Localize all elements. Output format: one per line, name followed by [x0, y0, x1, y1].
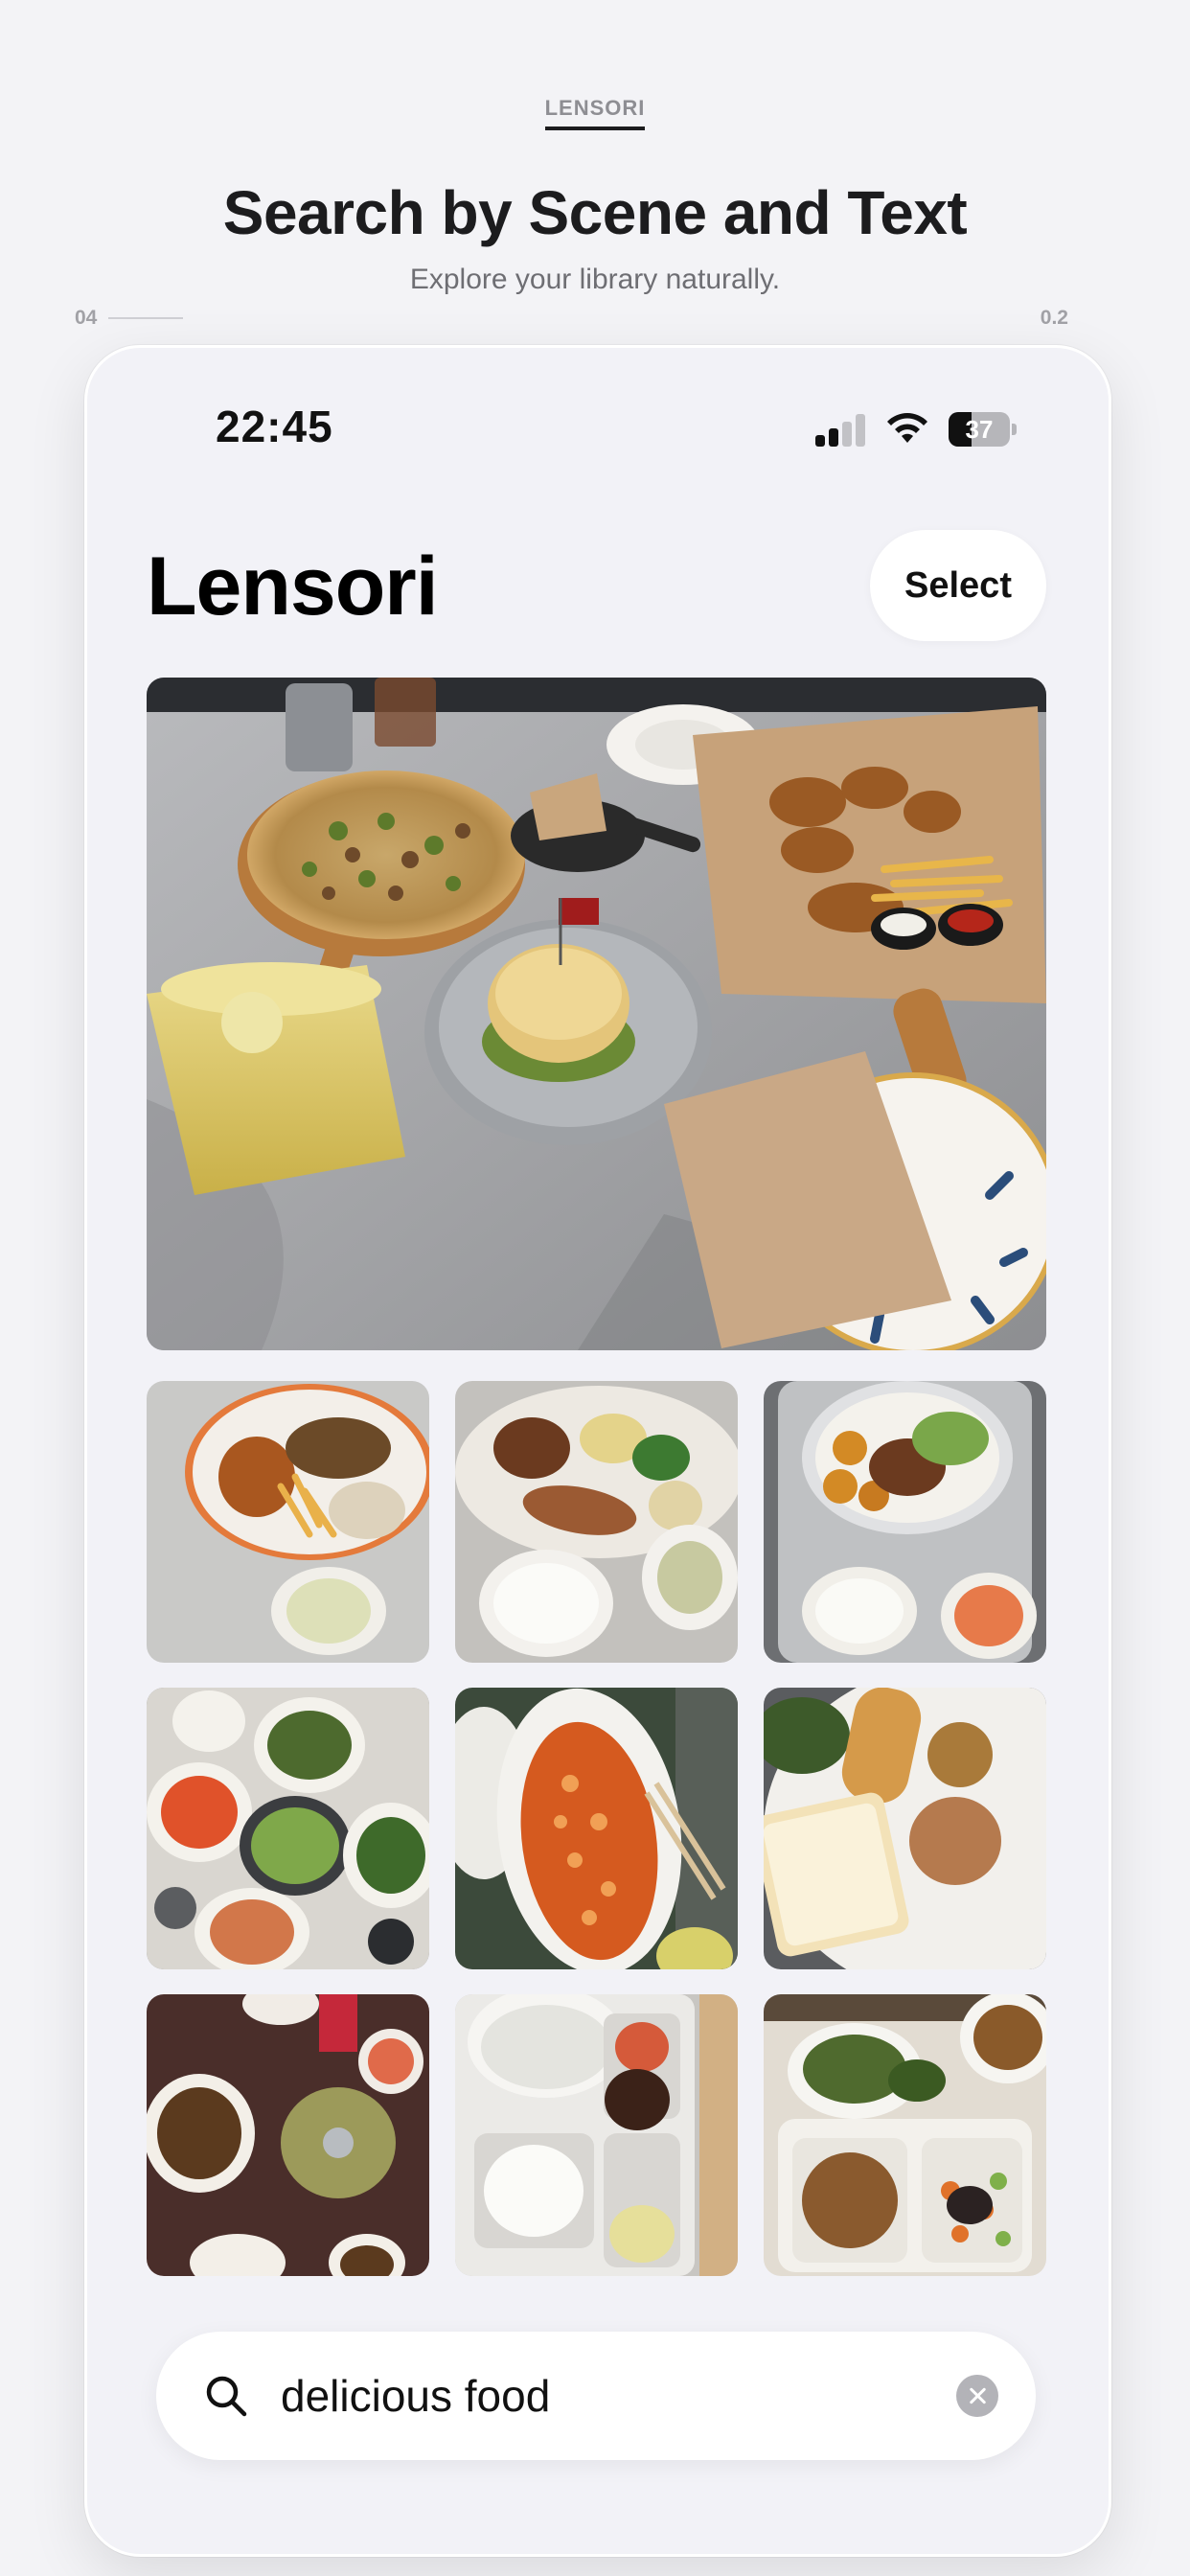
thumbnail-image — [455, 1688, 738, 1969]
thumbnail-image — [147, 1688, 429, 1969]
hero-photo[interactable] — [147, 678, 1046, 1350]
thumbnail-image — [147, 1994, 429, 2276]
signal-bar — [842, 422, 852, 447]
clear-search-icon[interactable] — [956, 2375, 998, 2417]
thumbnail-image — [764, 1994, 1046, 2276]
thumbnail-image — [455, 1381, 738, 1663]
select-button[interactable]: Select — [870, 530, 1046, 641]
search-input[interactable] — [281, 2362, 894, 2429]
battery-cap — [1012, 424, 1017, 435]
photo-thumbnail[interactable] — [455, 1994, 738, 2276]
photo-thumbnail[interactable] — [455, 1381, 738, 1663]
hero-photo-image — [147, 678, 1046, 1350]
corner-label-left-text: 04 — [75, 307, 98, 329]
photo-thumbnail[interactable] — [147, 1994, 429, 2276]
corner-label-right: 0.2 — [1040, 307, 1068, 329]
brand-tag-text: LENSORI — [544, 96, 646, 130]
photo-thumbnail[interactable] — [764, 1688, 1046, 1969]
signal-bar — [815, 435, 825, 447]
thumbnail-image — [455, 1994, 738, 2276]
search-bar[interactable] — [156, 2332, 1036, 2460]
photo-thumbnail[interactable] — [764, 1994, 1046, 2276]
cellular-signal-icon — [815, 414, 865, 447]
status-bar: 22:45 37 — [87, 401, 1109, 458]
page-headline: Search by Scene and Text — [222, 178, 968, 247]
brand-tag: LENSORI — [0, 96, 1190, 130]
status-time: 22:45 — [216, 402, 333, 451]
photo-thumbnail[interactable] — [147, 1381, 429, 1663]
signal-bar — [856, 414, 865, 447]
battery-percent: 37 — [965, 415, 994, 444]
battery-icon: 37 — [949, 412, 1018, 447]
photo-thumbnail[interactable] — [764, 1381, 1046, 1663]
phone-frame: 22:45 37 Lensori Select — [84, 345, 1111, 2557]
app-title: Lensori — [147, 540, 439, 632]
photo-thumbnail[interactable] — [147, 1688, 429, 1969]
battery-body: 37 — [949, 412, 1010, 447]
search-icon — [206, 2376, 247, 2417]
signal-bar — [829, 428, 838, 447]
thumbnail-image — [764, 1688, 1046, 1969]
thumbnail-image — [147, 1381, 429, 1663]
thumbnail-image — [764, 1381, 1046, 1663]
corner-label-left: 04 — [75, 307, 184, 330]
wifi-icon — [884, 410, 930, 447]
page-subhead: Explore your library naturally. — [409, 264, 781, 295]
photo-thumbnail[interactable] — [455, 1688, 738, 1969]
corner-divider — [108, 317, 184, 319]
